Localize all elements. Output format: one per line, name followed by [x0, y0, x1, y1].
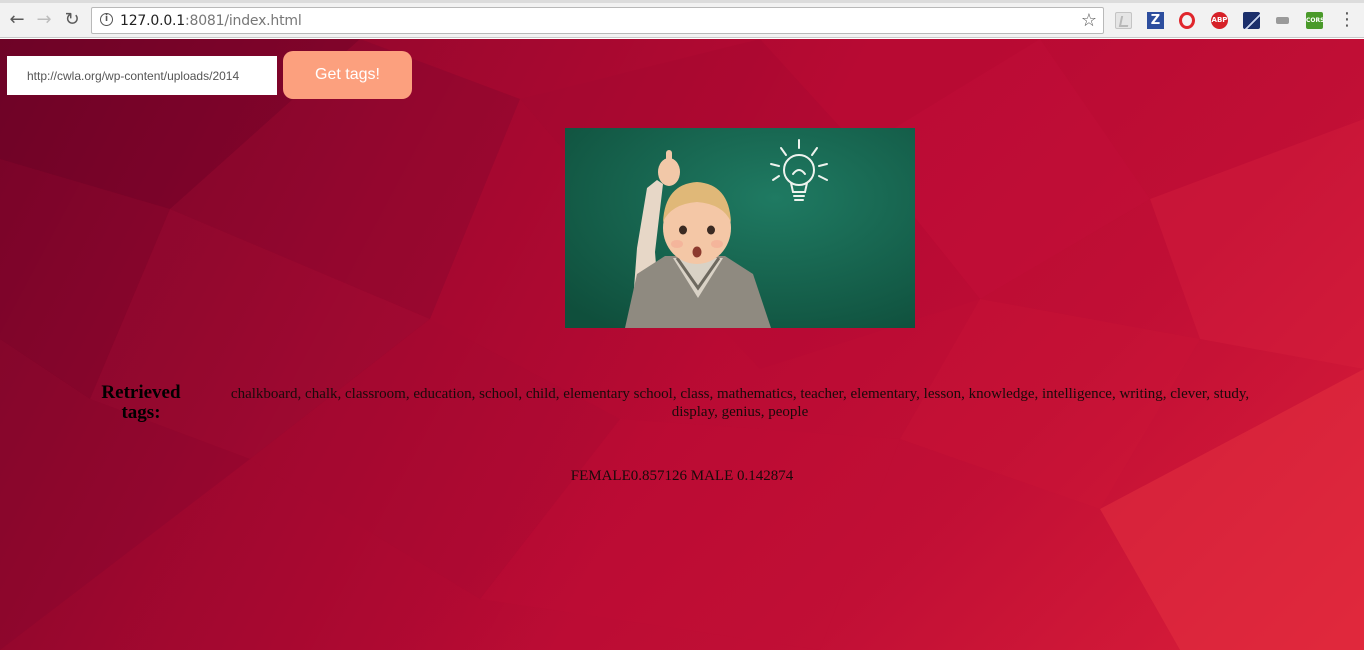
browser-toolbar: ← → ↻ i 127.0.0.1:8081/index.html ☆ Z AB… [0, 3, 1364, 38]
retrieved-tags-list: chalkboard, chalk, classroom, education,… [230, 386, 1250, 420]
result-image [565, 128, 915, 328]
forward-button[interactable]: → [32, 8, 56, 32]
gray-extension-icon[interactable] [1276, 17, 1289, 24]
profile-extension-icon[interactable] [1243, 12, 1260, 29]
retrieved-tags-label: Retrieved tags: [101, 382, 181, 423]
page-body: Get tags! [0, 39, 1364, 650]
url-host: 127.0.0.1 [120, 13, 185, 29]
info-icon[interactable]: i [100, 13, 113, 26]
cors-extension-icon[interactable]: CORS [1306, 12, 1324, 29]
gender-scores: FEMALE0.857126 MALE 0.142874 [570, 468, 794, 484]
address-bar[interactable]: i 127.0.0.1:8081/index.html ☆ [91, 7, 1104, 34]
browser-menu-icon[interactable]: ⋮ [1337, 9, 1357, 31]
pdf-extension-icon[interactable] [1115, 12, 1132, 29]
adblock-plus-icon[interactable]: ABP [1211, 12, 1228, 29]
bookmark-star-icon[interactable]: ☆ [1081, 10, 1097, 31]
opera-extension-icon[interactable] [1179, 12, 1195, 29]
child-chalkboard-photo [565, 128, 915, 328]
url-path: :8081/index.html [185, 13, 302, 29]
url-text[interactable]: 127.0.0.1:8081/index.html [120, 13, 302, 29]
reload-button[interactable]: ↻ [60, 8, 84, 32]
get-tags-button[interactable]: Get tags! [283, 51, 412, 99]
image-url-input[interactable] [7, 56, 277, 95]
back-button[interactable]: ← [5, 8, 29, 32]
zotero-extension-icon[interactable]: Z [1147, 12, 1164, 29]
